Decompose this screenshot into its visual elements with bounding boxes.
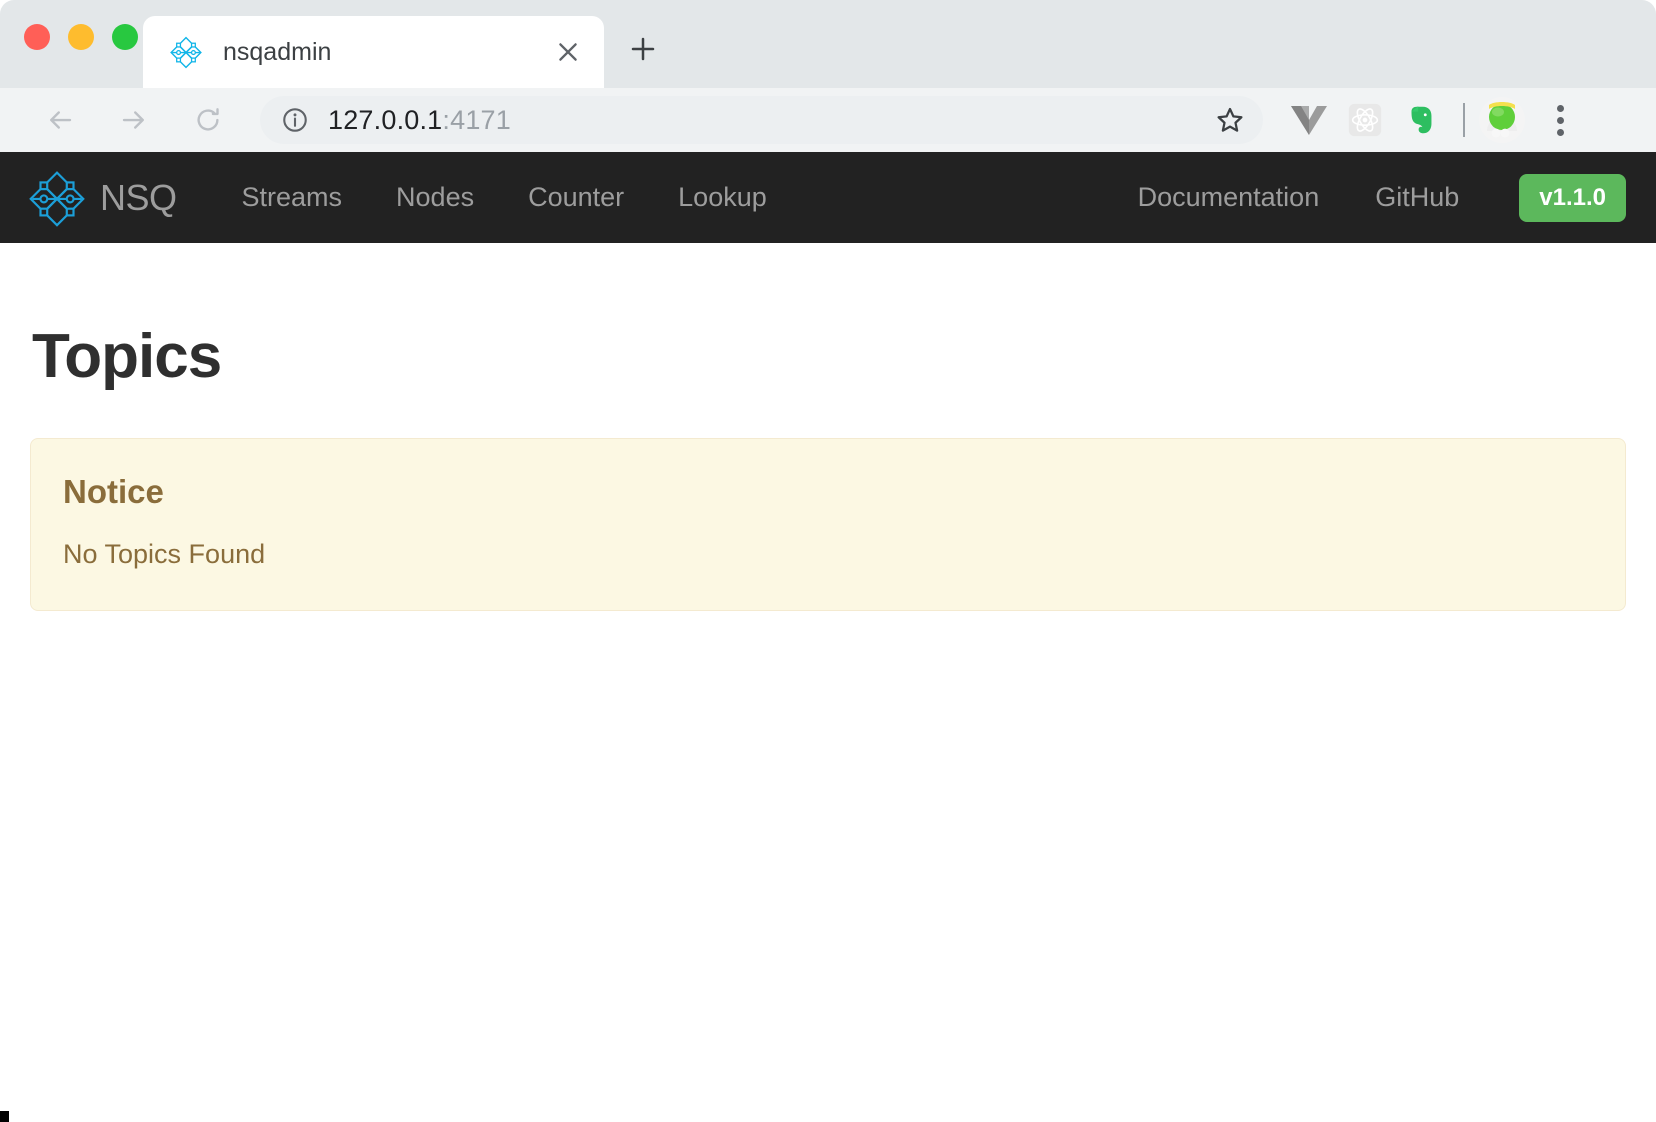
page-content: Topics Notice No Topics Found <box>0 243 1656 1031</box>
url-text[interactable]: 127.0.0.1:4171 <box>328 105 1207 136</box>
toolbar-divider <box>1463 103 1465 137</box>
menu-dot <box>1556 128 1564 136</box>
three-dot-menu-icon[interactable] <box>1537 95 1583 145</box>
notice-message: No Topics Found <box>63 539 266 569</box>
window-controls <box>24 24 138 50</box>
nav-link-lookup[interactable]: Lookup <box>651 182 794 213</box>
reload-button[interactable] <box>182 94 234 146</box>
browser-tab[interactable]: nsqadmin <box>143 16 604 88</box>
extensions-area <box>1281 94 1583 146</box>
url-host: 127.0.0.1 <box>328 104 443 135</box>
nav-link-documentation[interactable]: Documentation <box>1110 182 1348 213</box>
profile-avatar[interactable] <box>1479 97 1525 143</box>
nav-link-nodes[interactable]: Nodes <box>369 182 501 213</box>
address-bar[interactable]: 127.0.0.1:4171 <box>260 96 1263 144</box>
vue-devtools-icon[interactable] <box>1281 94 1337 146</box>
close-window-button[interactable] <box>24 24 50 50</box>
maximize-window-button[interactable] <box>112 24 138 50</box>
forward-button[interactable] <box>108 94 160 146</box>
tab-strip: nsqadmin <box>0 0 1656 88</box>
react-devtools-icon[interactable] <box>1337 94 1393 146</box>
notice-heading: Notice <box>63 473 164 510</box>
nsq-logo-icon <box>169 35 203 69</box>
window-resize-handle[interactable] <box>0 1111 9 1122</box>
close-tab-button[interactable] <box>546 30 590 74</box>
new-tab-button[interactable] <box>618 24 668 74</box>
primary-nav: Streams Nodes Counter Lookup <box>215 182 794 213</box>
url-port: :4171 <box>442 104 511 135</box>
notice-alert: Notice No Topics Found <box>30 438 1626 611</box>
tab-title: nsqadmin <box>223 37 332 66</box>
nav-link-counter[interactable]: Counter <box>501 182 651 213</box>
browser-window: nsqadmin 127.0.0.1:4171 NSQ Streams Node… <box>0 0 1656 1122</box>
bookmark-star-icon[interactable] <box>1207 97 1253 143</box>
nsq-navbar: NSQ Streams Nodes Counter Lookup Documen… <box>0 152 1656 243</box>
secondary-nav: Documentation GitHub v1.1.0 <box>1110 173 1634 222</box>
brand-name: NSQ <box>100 176 177 218</box>
evernote-icon[interactable] <box>1393 94 1449 146</box>
menu-dot <box>1556 104 1564 112</box>
nav-link-github[interactable]: GitHub <box>1347 182 1487 213</box>
info-icon[interactable] <box>280 105 310 135</box>
nav-link-streams[interactable]: Streams <box>215 182 370 213</box>
page-title: Topics <box>32 322 222 391</box>
nsq-logo-icon <box>28 169 86 227</box>
browser-toolbar: 127.0.0.1:4171 <box>0 88 1656 152</box>
minimize-window-button[interactable] <box>68 24 94 50</box>
back-button[interactable] <box>34 94 86 146</box>
menu-dot <box>1556 116 1564 124</box>
version-badge: v1.1.0 <box>1519 173 1626 222</box>
brand-home-link[interactable]: NSQ <box>28 169 177 227</box>
